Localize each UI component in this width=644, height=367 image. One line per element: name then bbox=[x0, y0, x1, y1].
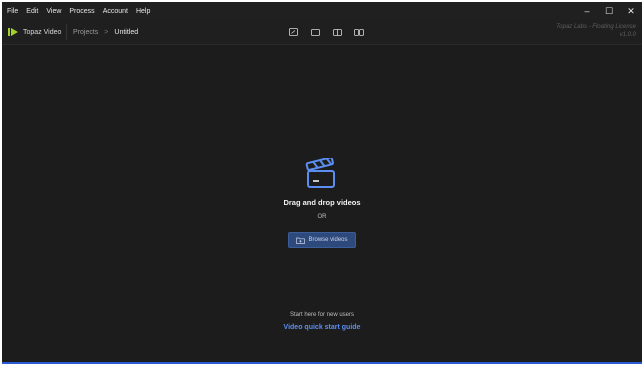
topaz-logo-icon bbox=[8, 28, 18, 36]
menu-account[interactable]: Account bbox=[99, 8, 132, 15]
fullscreen-view-button[interactable] bbox=[282, 24, 304, 40]
version-text: v1.0.0 bbox=[619, 32, 636, 38]
window-controls: – ☐ ✕ bbox=[576, 2, 642, 20]
start-hint-text: Start here for new users bbox=[289, 312, 355, 318]
view-mode-group bbox=[282, 20, 370, 44]
drop-title: Drag and drop videos bbox=[283, 198, 361, 207]
toolbar: Topaz Video Projects > Untitled Topaz La… bbox=[2, 20, 642, 45]
breadcrumb-projects[interactable]: Projects bbox=[73, 29, 98, 36]
breadcrumb: Projects > Untitled bbox=[73, 20, 138, 44]
menu-edit[interactable]: Edit bbox=[22, 8, 42, 15]
single-view-button[interactable] bbox=[304, 24, 326, 40]
menu-view[interactable]: View bbox=[42, 8, 65, 15]
app-window: File Edit View Process Account Help – ☐ … bbox=[2, 2, 642, 364]
clapperboard-icon bbox=[305, 158, 335, 188]
browse-videos-label: Browse videos bbox=[308, 237, 348, 243]
breadcrumb-current: Untitled bbox=[114, 28, 139, 36]
license-info: Topaz Labs - Floating License v1.0.0 bbox=[556, 23, 636, 39]
single-view-icon bbox=[310, 28, 320, 36]
maximize-button[interactable]: ☐ bbox=[598, 2, 620, 20]
app-brand: Topaz Video bbox=[8, 20, 61, 44]
or-divider-text: OR bbox=[317, 214, 327, 220]
menu-help[interactable]: Help bbox=[132, 8, 154, 15]
split-view-button[interactable] bbox=[326, 24, 348, 40]
menu-bar: File Edit View Process Account Help – ☐ … bbox=[2, 2, 642, 20]
close-icon: ✕ bbox=[627, 5, 635, 16]
minimize-icon: – bbox=[584, 6, 590, 16]
fullscreen-view-icon bbox=[288, 28, 298, 36]
maximize-icon: ☐ bbox=[604, 5, 614, 16]
close-button[interactable]: ✕ bbox=[620, 2, 642, 20]
license-text: Topaz Labs - Floating License bbox=[556, 24, 636, 30]
minimize-button[interactable]: – bbox=[576, 2, 598, 20]
toolbar-divider bbox=[66, 24, 67, 40]
side-by-side-view-button[interactable] bbox=[348, 24, 370, 40]
quick-start-guide-link[interactable]: Video quick start guide bbox=[2, 324, 642, 331]
side-by-side-view-icon bbox=[354, 28, 364, 36]
menu-file[interactable]: File bbox=[2, 8, 22, 15]
folder-add-icon bbox=[296, 237, 306, 244]
app-name: Topaz Video bbox=[23, 28, 62, 36]
menu-process[interactable]: Process bbox=[65, 8, 98, 15]
split-view-icon bbox=[332, 28, 342, 36]
browse-videos-button[interactable]: Browse videos bbox=[288, 232, 356, 248]
chevron-right-icon: > bbox=[104, 28, 109, 36]
